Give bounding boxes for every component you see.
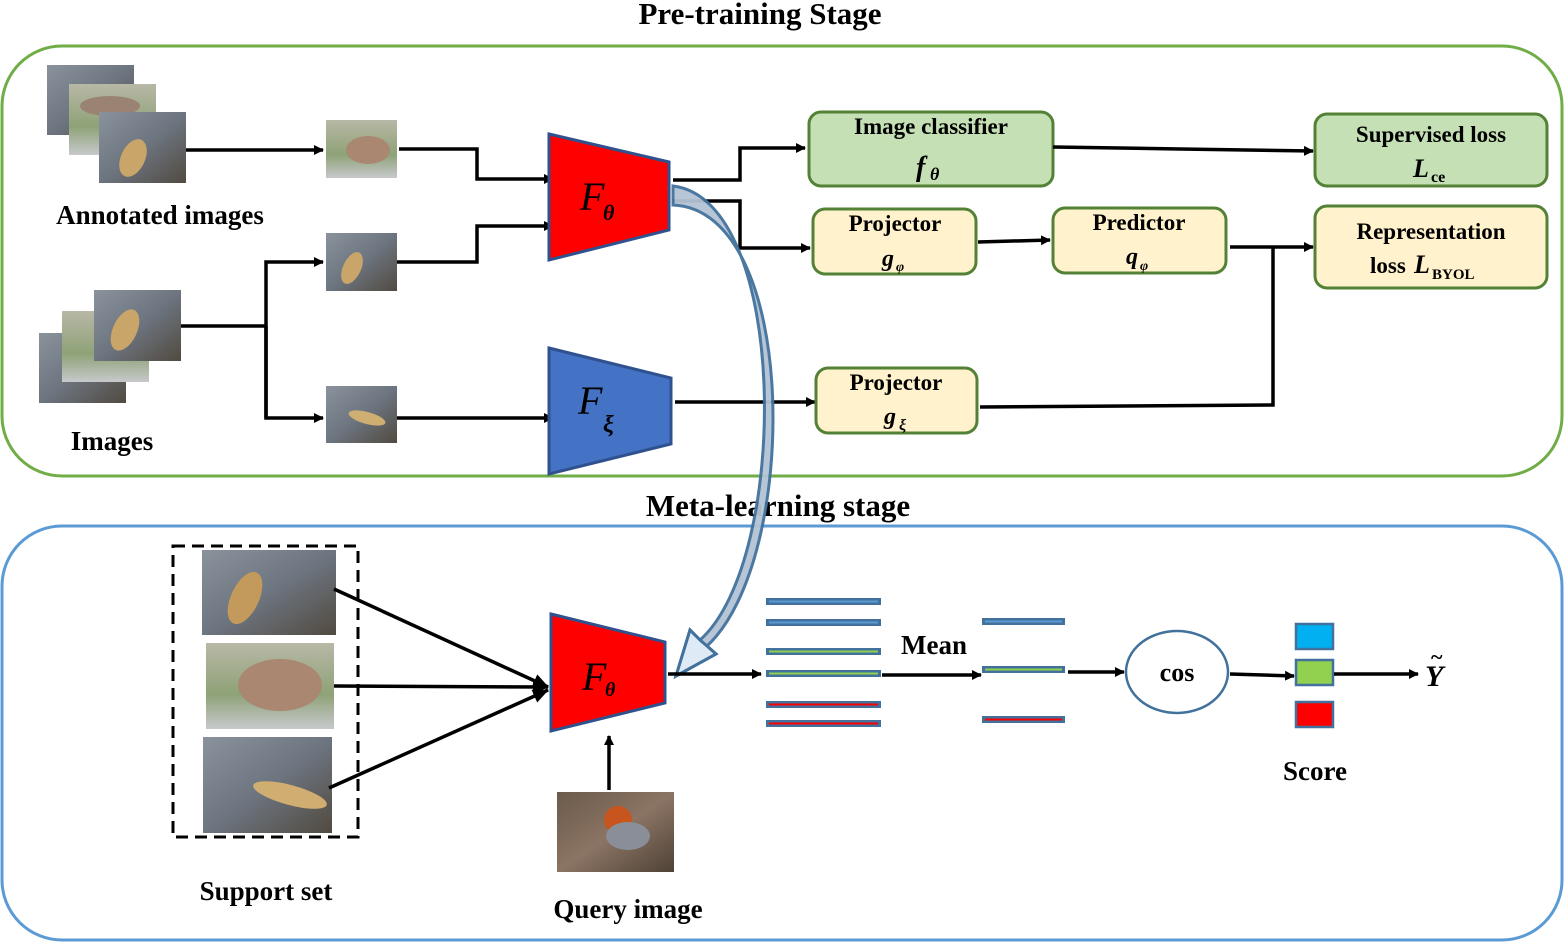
projector-subscript: ξ xyxy=(899,417,907,434)
arrow-split-to-view-2 xyxy=(264,326,324,423)
projector-symbol: g xyxy=(883,404,896,430)
prototype-vector xyxy=(982,618,1065,625)
arrow-support-2-to-encoder xyxy=(333,679,549,694)
feature-vector xyxy=(766,648,881,655)
projector-title: Projector xyxy=(850,370,943,395)
score-label: Score xyxy=(1283,756,1347,786)
encoder-symbol: F xyxy=(581,654,607,699)
projector-title: Projector xyxy=(849,211,942,236)
predictor-subscript: φ xyxy=(1140,259,1148,274)
projector-target-box: Projector g ξ xyxy=(814,366,979,435)
output-tilde: ~ xyxy=(1431,644,1443,669)
cos-label: cos xyxy=(1160,658,1195,687)
images-label: Images xyxy=(71,426,154,456)
encoder-subscript: ξ xyxy=(603,412,614,438)
predictor-title: Predictor xyxy=(1093,210,1186,235)
representation-loss-symbol: L xyxy=(1413,250,1430,279)
arrow-view-1-to-encoder xyxy=(397,221,554,264)
arrow-split-to-view-1 xyxy=(264,257,324,418)
projector-subscript: φ xyxy=(896,260,904,275)
feature-vector xyxy=(766,670,881,677)
robin-body xyxy=(606,822,650,850)
encoder-subscript: θ xyxy=(605,679,616,701)
supervised-loss-box: Supervised loss L ce xyxy=(1313,112,1549,188)
representation-loss-subscript: BYOL xyxy=(1432,267,1475,283)
meta-stage-title: Meta-learning stage xyxy=(646,488,910,523)
encoder-subscript: θ xyxy=(603,200,615,225)
encoder-symbol: F xyxy=(577,378,603,423)
score-box xyxy=(1294,700,1335,729)
score-boxes xyxy=(1294,622,1335,729)
prototype-vectors xyxy=(982,618,1065,723)
meta-encoder: F θ xyxy=(549,612,667,733)
annotated-images-stack xyxy=(47,65,186,183)
arrow-encoder-to-classifier xyxy=(673,143,806,182)
query-image-label: Query image xyxy=(553,894,702,924)
bird-shape xyxy=(346,136,390,164)
image-classifier-box: Image classifier f θ xyxy=(807,110,1055,188)
feature-vector xyxy=(766,720,881,727)
score-box xyxy=(1294,658,1335,687)
supervised-loss-title: Supervised loss xyxy=(1356,122,1506,147)
feature-vector xyxy=(766,598,881,605)
support-image-1 xyxy=(202,550,336,635)
encoder-trapezoid xyxy=(547,132,671,262)
predictor-symbol: q xyxy=(1126,244,1138,270)
arrow-support-3-to-encoder xyxy=(328,688,549,790)
projector-symbol: g xyxy=(881,246,894,272)
supervised-loss-symbol: L xyxy=(1412,154,1429,183)
classifier-subscript: θ xyxy=(930,164,940,184)
diagram-canvas: Pre-training Stage Annotated images Imag… xyxy=(0,0,1564,942)
feature-vector xyxy=(766,701,881,708)
pretraining-stage-title: Pre-training Stage xyxy=(638,0,881,31)
weight-transfer-arrow xyxy=(671,184,775,680)
encoder-symbol: F xyxy=(579,174,605,219)
supervised-loss-subscript: ce xyxy=(1431,169,1445,186)
prototype-vector xyxy=(982,716,1065,723)
unlabeled-images-stack xyxy=(39,290,181,403)
mean-label: Mean xyxy=(901,630,967,660)
score-box xyxy=(1294,622,1335,651)
prototype-vector xyxy=(982,666,1065,673)
arrow-cos-to-score xyxy=(1229,670,1295,681)
support-set-label: Support set xyxy=(200,876,333,906)
feature-vector xyxy=(766,619,881,626)
representation-loss-title: Representation xyxy=(1356,219,1505,244)
encoder-trapezoid xyxy=(547,346,673,476)
feature-vectors xyxy=(766,598,881,727)
predictor-box: Predictor q φ xyxy=(1051,206,1228,275)
arrow-sample-to-encoder xyxy=(399,147,554,184)
arrow-classifier-to-supervised-loss xyxy=(1052,145,1314,156)
bird-shape xyxy=(238,659,322,711)
projector-online-box: Projector g φ xyxy=(811,207,978,276)
representation-loss-prefix: loss xyxy=(1370,253,1406,278)
arrow-support-1-to-encoder xyxy=(333,587,549,689)
representation-loss-box: Representation loss L BYOL xyxy=(1313,204,1549,290)
encoder-trapezoid xyxy=(549,612,667,733)
classifier-title: Image classifier xyxy=(854,114,1008,139)
online-encoder: F θ xyxy=(547,132,671,262)
arrow-projector-to-predictor xyxy=(977,235,1051,246)
annotated-images-label: Annotated images xyxy=(56,200,264,230)
target-encoder: F ξ xyxy=(547,346,673,476)
